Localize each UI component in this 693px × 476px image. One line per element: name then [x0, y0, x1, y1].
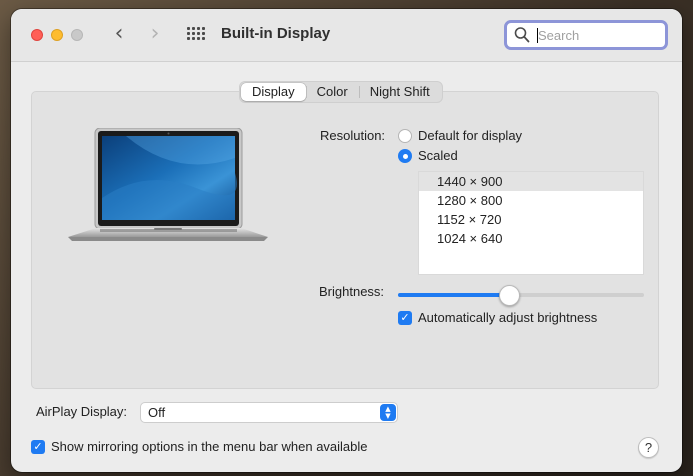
- tab-display[interactable]: Display: [241, 83, 306, 101]
- list-item[interactable]: 1440 × 900: [419, 172, 643, 191]
- tab-night-shift[interactable]: Night Shift: [358, 83, 441, 101]
- popup-arrows-icon: ▲ ▼: [380, 404, 396, 421]
- close-button[interactable]: [31, 29, 43, 41]
- brightness-slider-fill: [398, 293, 509, 297]
- brightness-label: Brightness:: [319, 284, 385, 299]
- scaled-label[interactable]: Scaled: [418, 148, 458, 163]
- brightness-slider[interactable]: [398, 285, 644, 306]
- back-button[interactable]: ‹: [108, 23, 130, 46]
- system-preferences-window: ‹ › Built-in Display Display Color Night…: [11, 9, 682, 472]
- help-button[interactable]: ?: [638, 437, 659, 458]
- search-field[interactable]: [504, 20, 668, 50]
- window-title: Built-in Display: [221, 25, 331, 42]
- minimize-button[interactable]: [51, 29, 63, 41]
- laptop-illustration: [68, 128, 268, 241]
- zoom-button[interactable]: [71, 29, 83, 41]
- list-item[interactable]: 1280 × 800: [419, 191, 643, 210]
- search-icon: [514, 27, 530, 43]
- mirroring-checkbox[interactable]: ✓: [31, 440, 45, 454]
- list-item[interactable]: 1024 × 640: [419, 229, 643, 248]
- tab-bar: Display Color Night Shift: [239, 81, 443, 103]
- auto-brightness-label[interactable]: Automatically adjust brightness: [418, 310, 597, 325]
- airplay-display-popup[interactable]: Off ▲ ▼: [140, 402, 398, 423]
- list-item[interactable]: 1152 × 720: [419, 210, 643, 229]
- show-all-grid-icon[interactable]: [187, 27, 205, 43]
- airplay-display-value: Off: [148, 405, 166, 420]
- search-input[interactable]: [538, 25, 658, 46]
- tab-color[interactable]: Color: [305, 83, 359, 101]
- scaled-resolution-list[interactable]: 1440 × 900 1280 × 800 1152 × 720 1024 × …: [418, 171, 644, 275]
- radio-scaled[interactable]: [398, 149, 412, 163]
- resolution-label: Resolution:: [320, 128, 386, 143]
- forward-button[interactable]: ›: [144, 23, 166, 46]
- radio-default-for-display[interactable]: [398, 129, 412, 143]
- airplay-display-label: AirPlay Display:: [36, 404, 128, 419]
- auto-brightness-checkbox[interactable]: ✓: [398, 311, 412, 325]
- mirroring-label[interactable]: Show mirroring options in the menu bar w…: [51, 439, 368, 454]
- brightness-slider-knob[interactable]: [498, 285, 520, 306]
- default-for-display-label[interactable]: Default for display: [418, 128, 522, 143]
- title-bar: ‹ › Built-in Display: [11, 9, 682, 62]
